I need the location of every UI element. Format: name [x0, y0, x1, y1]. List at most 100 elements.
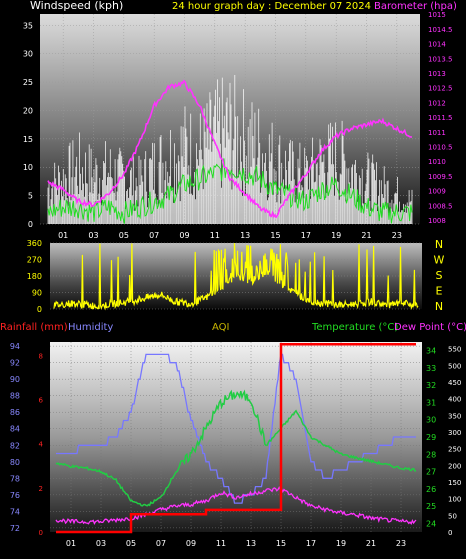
wind-x-tick: 13: [240, 231, 250, 240]
temp-x-tick: 07: [156, 539, 166, 548]
wind-y-tick: 25: [23, 78, 33, 87]
barometer-y-tick: 1011.5: [428, 114, 453, 122]
barometer-y-ticks: 1008 1008.5 1009 1009.5 1010 1010.5 1011 1011.5…: [428, 11, 453, 225]
wind-y-tick: 5: [28, 192, 33, 201]
temp-y-tick: 33: [426, 364, 436, 373]
barometer-y-tick: 1009.5: [428, 173, 453, 181]
temp-x-tick: 05: [126, 539, 136, 548]
temp-x-tick: 23: [396, 539, 406, 548]
humidity-y-tick: 80: [10, 458, 20, 467]
wind-x-tick: 23: [392, 231, 402, 240]
wind-dir-y-tick: 0: [37, 305, 42, 314]
aqi-y-tick: 500: [448, 362, 461, 370]
compass-label: N: [435, 300, 443, 313]
rain-y-tick: 0: [39, 529, 43, 537]
rain-y-tick: 6: [39, 396, 44, 404]
temp-x-tick: 13: [246, 539, 256, 548]
humidity-y-tick: 92: [10, 359, 20, 368]
aqi-y-tick: 50: [448, 512, 457, 520]
compass-label: S: [436, 269, 443, 282]
wind-dir-y-tick: 270: [27, 256, 42, 265]
wind-y-tick: 20: [23, 106, 33, 115]
aqi-y-tick: 150: [448, 479, 461, 487]
temp-x-tick: 17: [306, 539, 316, 548]
wind-x-tick: 17: [301, 231, 311, 240]
aqi-y-ticks: 0 50 100 150 200 250 300 350 400 450 500 550: [448, 346, 461, 537]
chart-svg: Windspeed (kph) 24 hour graph day : Dece…: [0, 0, 466, 548]
wind-x-tick: 21: [361, 231, 371, 240]
humidity-y-ticks: 72 74 76 78 80 82 84 86 88 90 92 94: [10, 342, 20, 533]
temp-y-tick: 27: [426, 468, 436, 477]
wind-y-tick: 15: [23, 135, 33, 144]
barometer-y-tick: 1009: [428, 188, 446, 196]
aqi-y-tick: 350: [448, 412, 461, 420]
humidity-y-tick: 90: [10, 375, 20, 384]
rain-y-tick: 4: [39, 441, 44, 449]
wind-x-tick: 05: [119, 231, 129, 240]
temp-y-tick: 25: [426, 502, 436, 511]
temp-y-tick: 29: [426, 433, 436, 442]
temp-x-tick: 19: [336, 539, 346, 548]
wind-dir-y-ticks: 0 90 180 270 360: [27, 239, 42, 314]
aqi-y-tick: 100: [448, 496, 461, 504]
humidity-y-tick: 76: [10, 491, 20, 500]
humidity-y-tick: 78: [10, 474, 20, 483]
humidity-y-tick: 94: [10, 342, 20, 351]
temp-x-tick: 21: [366, 539, 376, 548]
aqi-y-tick: 400: [448, 396, 461, 404]
wind-dir-y-tick: 90: [32, 289, 42, 298]
wind-y-tick: 10: [23, 163, 33, 172]
temp-y-tick: 30: [426, 416, 436, 425]
barometer-y-tick: 1008.5: [428, 202, 453, 210]
aqi-y-tick: 0: [448, 529, 452, 537]
wind-x-tick: 03: [88, 231, 98, 240]
barometer-y-tick: 1010: [428, 158, 446, 166]
aqi-y-tick: 300: [448, 429, 461, 437]
temp-x-tick: 11: [216, 539, 226, 548]
temp-x-tick: 01: [66, 539, 76, 548]
barometer-y-tick: 1010.5: [428, 144, 453, 152]
temp-y-tick: 31: [426, 398, 436, 407]
compass-label: E: [436, 285, 443, 298]
barometer-y-tick: 1015: [428, 11, 446, 19]
aqi-y-tick: 250: [448, 446, 461, 454]
humidity-y-tick: 86: [10, 408, 20, 417]
legend-dewpoint: Dew Point (°C): [394, 322, 466, 333]
rain-y-tick: 8: [39, 352, 43, 360]
wind-dir-y-tick: 360: [27, 239, 42, 248]
barometer-y-tick: 1011: [428, 129, 446, 137]
wind-x-tick: 19: [331, 231, 341, 240]
wind-x-tick: 11: [210, 231, 220, 240]
wind-y-tick: 35: [23, 21, 33, 30]
compass-labels: NWSEN: [434, 238, 445, 313]
legend-humidity: Humidity: [68, 322, 113, 333]
temp-x-tick: 09: [186, 539, 196, 548]
aqi-y-tick: 200: [448, 462, 461, 470]
weather-graphs: Windspeed (kph) 24 hour graph day : Dece…: [0, 0, 466, 555]
temp-y-tick: 24: [426, 519, 436, 528]
barometer-y-tick: 1008: [428, 217, 446, 225]
temp-y-ticks: 24 25 26 27 28 29 30 31 32 33 34: [426, 347, 436, 529]
compass-label: W: [434, 254, 445, 267]
barometer-y-tick: 1014.5: [428, 26, 453, 34]
wind-x-tick: 15: [270, 231, 280, 240]
humidity-y-tick: 88: [10, 392, 20, 401]
barometer-y-tick: 1012.5: [428, 85, 453, 93]
humidity-y-tick: 82: [10, 441, 20, 450]
humidity-y-tick: 72: [10, 524, 20, 533]
temp-x-ticks: 01 03 05 07 09 11 13 15 17 19 21 23: [66, 539, 406, 548]
barometer-y-tick: 1013: [428, 70, 446, 78]
barometer-y-tick: 1012: [428, 99, 446, 107]
wind-x-ticks: 01 03 05 07 09 11 13 15 17 19 21 23: [58, 231, 402, 240]
wind-x-tick: 01: [58, 231, 68, 240]
barometer-y-tick: 1014: [428, 41, 446, 49]
rain-y-ticks: 0 2 4 6 8: [39, 352, 44, 537]
barometer-y-tick: 1013.5: [428, 55, 453, 63]
humidity-y-tick: 84: [10, 425, 20, 434]
rain-y-tick: 2: [39, 485, 43, 493]
wind-chart-title: 24 hour graph day : December 07 2024: [172, 1, 371, 12]
temp-y-tick: 28: [426, 450, 436, 459]
legend-aqi: AQI: [212, 322, 230, 333]
legend-rainfall: Rainfall (mm): [0, 322, 68, 333]
aqi-y-tick: 450: [448, 379, 461, 387]
